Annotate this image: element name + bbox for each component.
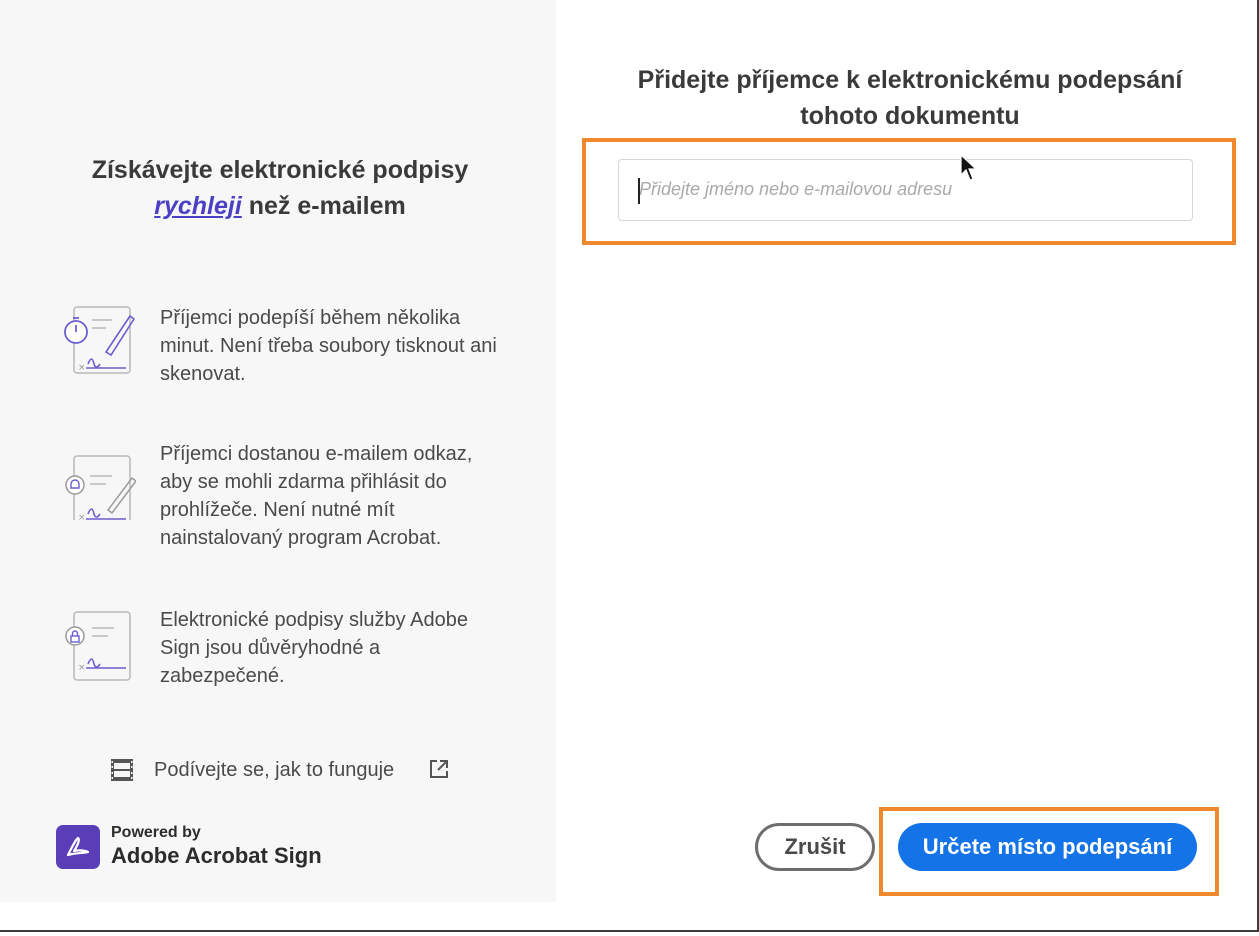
powered-by-label: Powered by — [111, 824, 201, 841]
lock-sign-document-icon: × — [65, 611, 131, 681]
text-caret — [638, 178, 640, 204]
info-pane: Získávejte elektronické podpisy rychleji… — [0, 0, 556, 902]
cancel-button[interactable]: Zrušit — [755, 823, 875, 871]
info-title-line1: Získávejte elektronické podpisy — [91, 156, 469, 184]
feature-text-browser: Příjemci dostanou e-mailem odkaz, aby se… — [160, 443, 473, 549]
info-title: Získávejte elektronické podpisy rychleji… — [60, 152, 500, 224]
faster-link[interactable]: rychleji — [154, 192, 242, 220]
how-it-works-link[interactable]: Podívejte se, jak to funguje — [110, 754, 460, 786]
acrobat-icon — [66, 836, 90, 857]
recipient-input-wrapper — [618, 159, 1193, 221]
dialog-window: Získávejte elektronické podpisy rychleji… — [0, 0, 1259, 932]
how-it-works-label: Podívejte se, jak to funguje — [154, 758, 395, 781]
brand-name: Adobe Acrobat Sign — [111, 843, 322, 868]
mouse-pointer-icon — [960, 154, 978, 181]
svg-text:×: × — [78, 663, 86, 673]
recipients-title: Přidejte příjemce k elektronickému podep… — [637, 66, 1183, 130]
svg-text:×: × — [78, 513, 86, 520]
acrobat-sign-logo — [56, 825, 100, 869]
external-link-icon — [430, 760, 448, 778]
recipient-input[interactable] — [619, 160, 1179, 218]
brand-block: Powered by Adobe Acrobat Sign — [56, 822, 322, 872]
info-title-line2: než e-mailem — [241, 192, 406, 220]
stopwatch-sign-document-icon: × — [64, 306, 136, 374]
specify-signing-location-button[interactable]: Určete místo podepsání — [898, 823, 1197, 871]
feature-text-speed: Příjemci podepíší během několika minut. … — [160, 307, 497, 385]
bell-sign-document-icon: × — [65, 455, 136, 520]
film-icon — [111, 759, 133, 781]
feature-text-security: Elektronické podpisy služby Adobe Sign j… — [160, 609, 468, 687]
svg-text:×: × — [78, 363, 86, 373]
